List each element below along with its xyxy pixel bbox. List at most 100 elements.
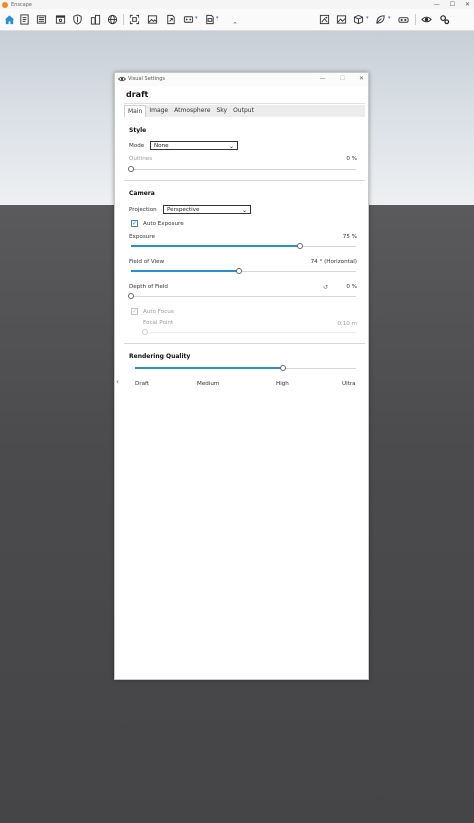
vr-headset-icon[interactable] bbox=[397, 13, 409, 25]
slider-track bbox=[131, 296, 356, 297]
asset-library-icon[interactable] bbox=[318, 13, 330, 25]
visual-settings-panel: Visual Settings — ☐ ✕ draft Main Image A… bbox=[114, 72, 369, 680]
depth-of-field-slider[interactable] bbox=[128, 293, 356, 300]
exposure-slider[interactable] bbox=[131, 243, 356, 250]
slider-fill bbox=[131, 270, 239, 272]
outlines-value: 0 % bbox=[346, 156, 357, 162]
panel-maximize-button[interactable]: ☐ bbox=[340, 75, 345, 82]
auto-exposure-checkbox[interactable]: ✓ bbox=[131, 220, 138, 227]
reset-icon[interactable]: ↺ bbox=[323, 284, 328, 291]
tab-output[interactable]: Output bbox=[230, 105, 257, 117]
panel-title: Visual Settings bbox=[128, 76, 166, 82]
window-icon[interactable] bbox=[54, 13, 66, 25]
slider-thumb[interactable] bbox=[142, 329, 148, 335]
leaf-icon[interactable] bbox=[374, 13, 386, 25]
chevron-down-icon: ⌄ bbox=[228, 143, 234, 150]
slider-fill bbox=[131, 245, 300, 247]
outlines-label: Outlines bbox=[129, 156, 153, 162]
mode-select-value: None bbox=[154, 143, 169, 149]
slider-thumb[interactable] bbox=[128, 166, 134, 172]
depth-of-field-label: Depth of Field bbox=[129, 284, 168, 290]
camera-section-title: Camera bbox=[129, 190, 155, 197]
auto-focus-checkbox[interactable]: ✓ bbox=[131, 308, 138, 315]
maximize-button[interactable]: ☐ bbox=[450, 0, 455, 9]
slider-thumb[interactable] bbox=[236, 268, 242, 274]
chevron-left-icon[interactable]: ‹ bbox=[116, 377, 119, 386]
panel-close-button[interactable]: ✕ bbox=[359, 75, 364, 82]
cube-dropdown-caret[interactable]: ▾ bbox=[366, 15, 369, 21]
exposure-label: Exposure bbox=[129, 234, 155, 240]
quality-label-ultra[interactable]: Ultra bbox=[342, 381, 356, 387]
screenshot-icon[interactable] bbox=[128, 13, 140, 25]
toolbar-separator bbox=[123, 14, 124, 25]
visual-settings-icon[interactable] bbox=[420, 13, 432, 25]
render-dropdown-caret[interactable]: ▾ bbox=[195, 15, 198, 21]
tab-main[interactable]: Main bbox=[124, 105, 147, 117]
slider-thumb[interactable] bbox=[280, 365, 287, 371]
home-icon[interactable] bbox=[3, 13, 15, 25]
tab-atmosphere[interactable]: Atmosphere bbox=[171, 105, 213, 117]
eye-icon bbox=[118, 76, 126, 82]
chevron-down-icon: ⌄ bbox=[241, 207, 247, 214]
settings-icon[interactable] bbox=[438, 13, 450, 25]
quality-label-draft[interactable]: Draft bbox=[135, 381, 149, 387]
panel-minimize-button[interactable]: — bbox=[320, 75, 326, 82]
preset-name-underline bbox=[124, 103, 365, 104]
export-dropdown-caret[interactable]: ▾ bbox=[216, 15, 219, 21]
focal-point-slider[interactable] bbox=[142, 329, 356, 336]
globe-icon[interactable] bbox=[106, 13, 118, 25]
quality-label-medium[interactable]: Medium bbox=[197, 381, 219, 387]
buildings-icon[interactable] bbox=[89, 13, 101, 25]
slider-thumb[interactable] bbox=[296, 243, 303, 249]
field-of-view-slider[interactable] bbox=[131, 268, 356, 275]
style-section-title: Style bbox=[129, 127, 147, 134]
section-divider bbox=[124, 180, 365, 181]
tab-sky[interactable]: Sky bbox=[213, 105, 230, 117]
material-icon[interactable] bbox=[335, 13, 347, 25]
exposure-value: 75 % bbox=[342, 234, 357, 240]
list-icon[interactable] bbox=[35, 13, 47, 25]
minimize-button[interactable]: — bbox=[434, 0, 440, 9]
outlines-slider[interactable] bbox=[128, 166, 356, 173]
focal-point-label: Focal Point bbox=[143, 320, 174, 326]
window-controls: — ☐ ✕ bbox=[434, 0, 470, 9]
slider-track bbox=[131, 169, 356, 170]
shield-icon[interactable] bbox=[71, 13, 83, 25]
field-of-view-value: 74 ° (Horizontal) bbox=[310, 259, 357, 265]
section-divider bbox=[124, 343, 365, 344]
auto-exposure-label: Auto Exposure bbox=[143, 221, 184, 227]
slider-track bbox=[145, 332, 356, 333]
quality-label-high[interactable]: High bbox=[276, 381, 289, 387]
projection-select-value: Perspective bbox=[167, 207, 200, 213]
depth-of-field-value: 0 % bbox=[346, 284, 357, 290]
slider-thumb[interactable] bbox=[128, 293, 134, 299]
close-button[interactable]: ✕ bbox=[465, 0, 470, 9]
toolbar-collapse-icon[interactable]: ⌃ bbox=[232, 21, 238, 29]
field-of-view-label: Field of View bbox=[129, 259, 165, 265]
rendering-quality-labels: Draft Medium High Ultra bbox=[129, 381, 357, 389]
export-icon[interactable] bbox=[164, 13, 176, 25]
auto-focus-label: Auto Focus bbox=[143, 309, 174, 315]
tab-image[interactable]: Image bbox=[146, 105, 171, 117]
mode-select[interactable]: None ⌄ bbox=[150, 141, 238, 150]
panel-header: Visual Settings — ☐ ✕ bbox=[115, 73, 368, 86]
preset-name[interactable]: draft bbox=[126, 90, 148, 99]
enscape-logo-icon bbox=[2, 1, 8, 8]
focal-point-value: 0.10 m bbox=[337, 321, 357, 327]
slider-fill bbox=[135, 367, 284, 369]
toolbar-separator bbox=[415, 14, 416, 25]
app-title: Enscape bbox=[11, 1, 32, 8]
panorama-icon[interactable] bbox=[203, 13, 215, 25]
document-icon[interactable] bbox=[18, 13, 30, 25]
projection-label: Projection bbox=[129, 207, 157, 213]
image-icon[interactable] bbox=[146, 13, 158, 25]
leaf-dropdown-caret[interactable]: ▾ bbox=[388, 15, 391, 21]
rendering-quality-slider[interactable] bbox=[135, 365, 356, 372]
cube-icon[interactable] bbox=[352, 13, 364, 25]
mode-label: Mode bbox=[129, 143, 145, 149]
panel-window-controls: — ☐ ✕ bbox=[320, 75, 364, 82]
render-icon[interactable] bbox=[182, 13, 194, 25]
app-titlebar: Enscape — ☐ ✕ bbox=[0, 0, 474, 9]
projection-select[interactable]: Perspective ⌄ bbox=[163, 205, 251, 214]
rendering-quality-title: Rendering Quality bbox=[129, 353, 191, 360]
